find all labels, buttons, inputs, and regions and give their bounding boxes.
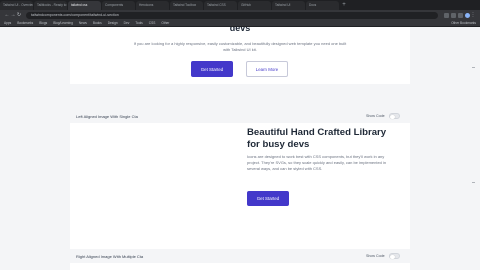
bookmark-item[interactable]: Dev	[124, 21, 130, 25]
bookmarks-bar: Apps Bookmarks Blogs Blog/Learning News …	[0, 20, 480, 27]
feature-image	[76, 137, 234, 247]
browser-tab-active[interactable]: tailwind css	[68, 1, 101, 10]
extension-icon[interactable]	[451, 12, 456, 18]
hero-card: devs If you are looking for a highly res…	[70, 27, 410, 84]
learn-more-button[interactable]: Learn More	[246, 61, 288, 77]
show-code-label: Show Code	[366, 114, 385, 118]
extension-icon[interactable]	[458, 12, 463, 18]
feature-card: Beautiful Hand Crafted Library for busy …	[70, 123, 410, 249]
bookmark-item[interactable]: Tools	[135, 21, 142, 25]
show-code-toggle-group: Show Code	[366, 253, 400, 259]
bookmark-item[interactable]: Blogs	[39, 21, 47, 25]
browser-tab[interactable]: Tailwind Toolbox	[170, 1, 203, 10]
feature-description: Icons are designed to work best with CSS…	[247, 154, 387, 171]
browser-tab[interactable]: Tailwind CSS	[204, 1, 237, 10]
browser-tab[interactable]: Tailwind UI	[272, 1, 305, 10]
bookmark-item[interactable]: Bookmarks	[17, 21, 33, 25]
reload-icon[interactable]: ↻	[16, 12, 22, 18]
hero-title: devs	[229, 27, 251, 33]
new-tab-button[interactable]: +	[340, 1, 348, 10]
browser-tab-bar: Tailwind UI - Overview Tailblocks - Read…	[0, 0, 480, 10]
bookmark-item[interactable]: News	[79, 21, 87, 25]
section-label: Right Aligned Image With Multiple Cta	[76, 254, 144, 259]
get-started-button[interactable]: Get Started	[247, 191, 289, 206]
extension-icon[interactable]	[444, 12, 449, 18]
bookmark-item[interactable]: CSS	[149, 21, 156, 25]
browser-toolbar: ← → ↻ tailwindcomponents.com/component/t…	[0, 10, 480, 20]
address-bar[interactable]: tailwindcomponents.com/component/tailwin…	[26, 11, 438, 19]
browser-tab[interactable]: Tailblocks - Ready to use	[34, 1, 67, 10]
section-label: Left Aligned Image With Single Cta	[76, 114, 138, 119]
bookmark-item[interactable]: Design	[108, 21, 118, 25]
show-code-toggle[interactable]	[388, 113, 400, 119]
bookmark-item[interactable]: Books	[93, 21, 102, 25]
show-code-toggle[interactable]	[388, 253, 400, 259]
browser-tab[interactable]: Tailwind UI - Overview	[0, 1, 33, 10]
bookmark-item[interactable]: Apps	[4, 21, 11, 25]
other-bookmarks[interactable]: Other Bookmarks	[451, 21, 476, 25]
bookmark-item[interactable]: Blog/Learning	[53, 21, 73, 25]
get-started-button[interactable]: Get Started	[191, 61, 233, 77]
scroll-marker	[472, 182, 475, 183]
bookmark-item[interactable]: Other	[161, 21, 169, 25]
menu-icon[interactable]: ⋮	[470, 12, 476, 18]
hero-description: If you are looking for a highly responsi…	[133, 41, 347, 52]
browser-tab[interactable]: Docs	[306, 1, 339, 10]
show-code-label: Show Code	[366, 254, 385, 258]
feature-title: Beautiful Hand Crafted Library for busy …	[247, 127, 387, 150]
browser-tab[interactable]: Components	[102, 1, 135, 10]
show-code-toggle-group: Show Code	[366, 113, 400, 119]
browser-tab[interactable]: GitHub	[238, 1, 271, 10]
next-card	[70, 263, 410, 270]
scroll-marker	[472, 67, 475, 68]
page-viewport: devs If you are looking for a highly res…	[0, 27, 480, 270]
browser-tab[interactable]: Heroicons	[136, 1, 169, 10]
